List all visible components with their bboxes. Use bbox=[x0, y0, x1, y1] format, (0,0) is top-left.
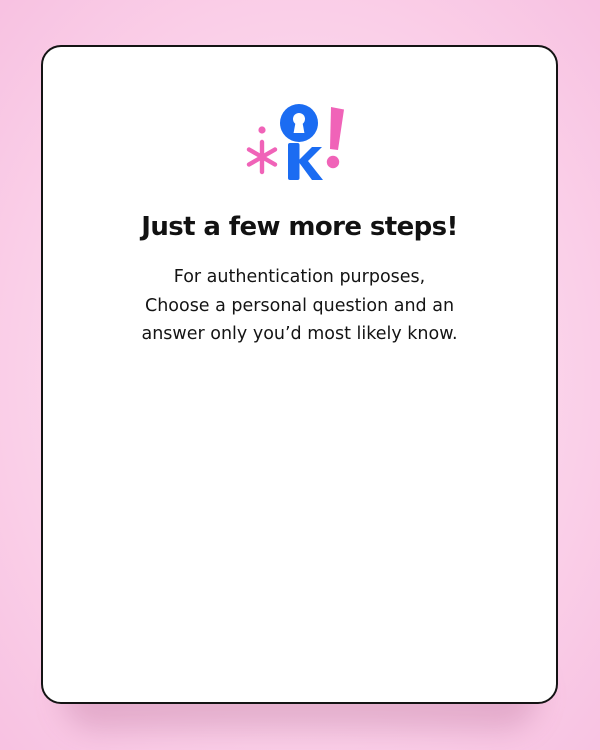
instructions-line: answer only you’d most likely know. bbox=[141, 324, 458, 344]
instructions-line: Choose a personal question and an bbox=[144, 295, 455, 316]
keyhole-icon bbox=[279, 104, 318, 142]
exclamation-icon bbox=[326, 107, 344, 169]
instructions-line: For authentication purposes, bbox=[173, 267, 426, 287]
onboarding-card: Just a few more steps! For authenticatio… bbox=[41, 45, 558, 704]
instructions-text: For authentication purposes, Choose a pe… bbox=[63, 263, 536, 349]
page-title: Just a few more steps! bbox=[141, 212, 458, 242]
ok-logo-icon bbox=[240, 95, 360, 187]
letter-k-icon bbox=[287, 143, 323, 180]
pink-dot-icon bbox=[257, 126, 266, 134]
asterisk-icon bbox=[246, 139, 277, 175]
